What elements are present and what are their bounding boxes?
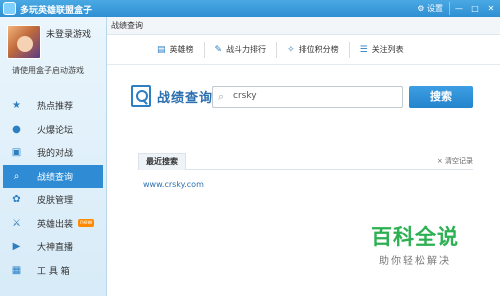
sidebar-item-forum[interactable]: ● 火爆论坛 (0, 118, 106, 142)
sidebar-item-label: 火爆论坛 (37, 125, 74, 136)
search-title: 战绩查询 (157, 91, 214, 106)
sidebar-item-label: 战绩查询 (37, 172, 74, 183)
tab-label: 关注列表 (371, 45, 404, 54)
search-button[interactable]: 搜索 (409, 86, 473, 108)
ranking-icon: ▤ (157, 44, 166, 55)
recent-search-item[interactable]: www.crsky.com (143, 180, 204, 189)
watermark: 百科全说 助你轻松解决 (340, 221, 490, 267)
close-button[interactable]: ✕ (484, 2, 498, 15)
sidebar-item-label: 我的对战 (37, 149, 74, 160)
login-status: 未登录游戏 (46, 30, 92, 40)
power-icon: ✎ (214, 44, 223, 55)
sidebar-item-hot[interactable]: ★ 热点推荐 (0, 94, 106, 118)
app-title: 多玩英雄联盟盒子 (20, 6, 93, 16)
avatar[interactable] (7, 25, 41, 59)
sidebar-item-label: 英雄出装 (37, 219, 74, 230)
tab-label: 排位积分榜 (298, 45, 339, 54)
skin-icon: ✿ (12, 194, 21, 206)
sidebar-item-battles[interactable]: ▣ 我的对战 (0, 141, 106, 165)
login-hint: 请使用盒子启动游戏 (12, 66, 84, 75)
sidebar-item-label: 皮肤管理 (37, 196, 74, 207)
tab-label: 英雄榜 (169, 45, 194, 54)
maximize-button[interactable]: □ (468, 2, 482, 15)
title-bar: 多玩英雄联盟盒子 ⚙ 设置 — □ ✕ (0, 0, 500, 17)
sidebar-item-live[interactable]: ▶ 大神直播 (0, 235, 106, 259)
minimize-button[interactable]: — (452, 2, 466, 15)
battle-icon: ▣ (11, 147, 22, 159)
sidebar-item-toolbox[interactable]: ▦ 工 具 箱 (0, 259, 106, 283)
sidebar-nav: ★ 热点推荐 ● 火爆论坛 ▣ 我的对战 ⌕ 战绩查询 ✿ 皮肤管理 ⚔ 英雄出… (0, 94, 106, 282)
tab-ranked-points[interactable]: ✧ 排位积分榜 (277, 41, 350, 58)
settings-button[interactable]: ⚙ 设置 (414, 2, 450, 15)
recent-search-header: 最近搜索 × 清空记录 (138, 153, 473, 170)
tab-power-ranking[interactable]: ✎ 战斗力排行 (205, 41, 278, 58)
watermark-subtitle: 助你轻松解决 (379, 256, 451, 267)
points-icon: ✧ (287, 44, 295, 55)
tab-hero-ranking[interactable]: ▤ 英雄榜 (147, 41, 205, 58)
tab-bar: ▤ 英雄榜 ✎ 战斗力排行 ✧ 排位积分榜 ☰ 关注列表 (107, 35, 500, 65)
search-input-value: crsky (233, 91, 257, 101)
clear-history-link[interactable]: × 清空记录 (437, 156, 473, 166)
new-badge: new (78, 219, 95, 228)
sidebar: 未登录游戏 请使用盒子启动游戏 ★ 热点推荐 ● 火爆论坛 ▣ 我的对战 ⌕ 战… (0, 17, 107, 296)
app-logo-icon (3, 2, 16, 15)
sword-icon: ⚔ (12, 217, 21, 229)
magnifier-icon: ⌕ (218, 90, 225, 103)
tab-follow-list[interactable]: ☰ 关注列表 (350, 42, 414, 58)
sidebar-item-label: 大神直播 (37, 243, 74, 254)
sidebar-item-label: 工 具 箱 (37, 266, 70, 277)
toolbox-icon: ▦ (11, 264, 22, 276)
watermark-title: 百科全说 (371, 225, 459, 249)
sidebar-item-record-search[interactable]: ⌕ 战绩查询 (3, 164, 103, 188)
tab-label: 战斗力排行 (226, 45, 267, 54)
chat-icon: ● (12, 123, 21, 135)
search-input[interactable]: ⌕ crsky (212, 86, 403, 108)
sidebar-item-label: 热点推荐 (37, 102, 74, 113)
breadcrumb: 战绩查询 (107, 17, 500, 35)
star-icon: ★ (12, 100, 21, 112)
window-controls: ⚙ 设置 — □ ✕ (414, 2, 498, 15)
recent-search-tab[interactable]: 最近搜索 (138, 153, 186, 170)
sidebar-item-skins[interactable]: ✿ 皮肤管理 (0, 188, 106, 212)
list-icon: ☰ (359, 44, 368, 55)
play-icon: ▶ (12, 241, 21, 253)
record-search-icon (131, 85, 151, 107)
sidebar-item-builds[interactable]: ⚔ 英雄出装 new (0, 212, 106, 236)
search-icon: ⌕ (13, 170, 20, 182)
